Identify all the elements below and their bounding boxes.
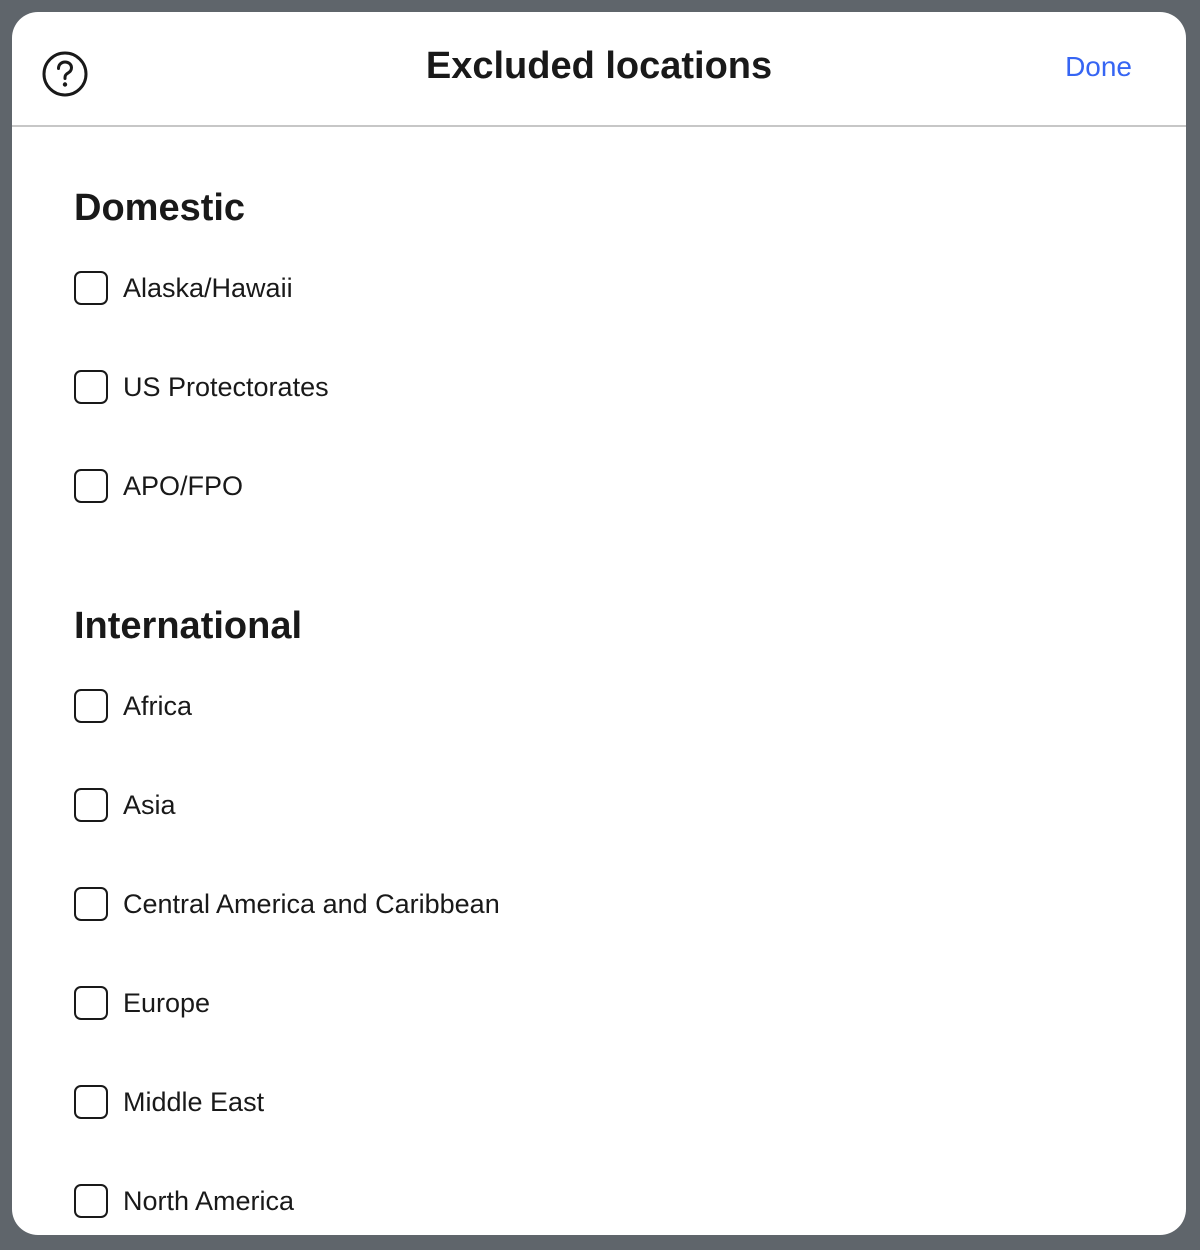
option-label: APO/FPO [123, 471, 244, 501]
option-label: North America [123, 1186, 295, 1216]
option-label: Asia [123, 790, 176, 820]
option-north-america[interactable]: North America [74, 1178, 1124, 1224]
central-america-caribbean-checkbox[interactable] [74, 887, 108, 921]
excluded-locations-dialog: Excluded locations Done Domestic Alaska/… [12, 12, 1186, 1235]
option-alaska-hawaii[interactable]: Alaska/Hawaii [74, 265, 1124, 311]
international-heading: International [74, 605, 303, 647]
option-label: Middle East [123, 1087, 265, 1117]
option-asia[interactable]: Asia [74, 782, 1124, 828]
dialog-title: Excluded locations [425, 45, 773, 87]
domestic-options: Alaska/Hawaii US Protectorates APO/FPO [74, 265, 1124, 509]
alaska-hawaii-checkbox[interactable] [74, 271, 108, 305]
option-label: Europe [123, 988, 211, 1018]
option-label: Central America and Caribbean [123, 889, 500, 919]
international-options: Africa Asia Central America and Caribbea… [74, 683, 1124, 1224]
option-label: US Protectorates [123, 372, 329, 402]
option-africa[interactable]: Africa [74, 683, 1124, 729]
option-label: Alaska/Hawaii [123, 273, 293, 303]
dialog-header: Excluded locations Done [12, 12, 1186, 127]
africa-checkbox[interactable] [74, 689, 108, 723]
option-us-protectorates[interactable]: US Protectorates [74, 364, 1124, 410]
done-button[interactable]: Done [1063, 47, 1134, 87]
option-label: Africa [123, 691, 193, 721]
domestic-heading: Domestic [74, 187, 246, 229]
europe-checkbox[interactable] [74, 986, 108, 1020]
us-protectorates-checkbox[interactable] [74, 370, 108, 404]
apo-fpo-checkbox[interactable] [74, 469, 108, 503]
dialog-body: Domestic Alaska/Hawaii US Protectorates … [12, 127, 1186, 1224]
option-apo-fpo[interactable]: APO/FPO [74, 463, 1124, 509]
option-middle-east[interactable]: Middle East [74, 1079, 1124, 1125]
international-section: International Africa Asia Central Americ… [74, 603, 1124, 1224]
option-central-america-caribbean[interactable]: Central America and Caribbean [74, 881, 1124, 927]
domestic-section: Domestic Alaska/Hawaii US Protectorates … [74, 185, 1124, 509]
middle-east-checkbox[interactable] [74, 1085, 108, 1119]
asia-checkbox[interactable] [74, 788, 108, 822]
north-america-checkbox[interactable] [74, 1184, 108, 1218]
option-europe[interactable]: Europe [74, 980, 1124, 1026]
